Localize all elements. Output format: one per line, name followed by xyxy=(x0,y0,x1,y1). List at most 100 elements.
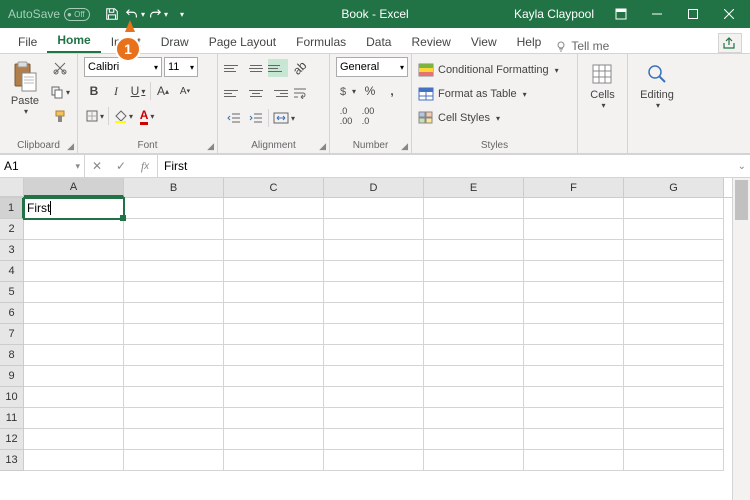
row-header-6[interactable]: 6 xyxy=(0,303,24,324)
number-format-dropdown[interactable]: General▾ xyxy=(336,57,408,77)
cell-E1[interactable] xyxy=(424,198,524,219)
user-name[interactable]: Kayla Claypool xyxy=(514,7,594,21)
row-header-2[interactable]: 2 xyxy=(0,219,24,240)
cell-C12[interactable] xyxy=(224,429,324,450)
cell-A6[interactable] xyxy=(24,303,124,324)
tab-file[interactable]: File xyxy=(8,31,47,53)
cell-B4[interactable] xyxy=(124,261,224,282)
expand-formula-bar-button[interactable]: ⌄ xyxy=(738,161,746,172)
cell-D12[interactable] xyxy=(324,429,424,450)
cell-D11[interactable] xyxy=(324,408,424,429)
decrease-decimal-button[interactable]: .00.0 xyxy=(358,105,378,127)
cell-F8[interactable] xyxy=(524,345,624,366)
cell-B5[interactable] xyxy=(124,282,224,303)
cell-D13[interactable] xyxy=(324,450,424,471)
cell-B11[interactable] xyxy=(124,408,224,429)
cell-C9[interactable] xyxy=(224,366,324,387)
cells-button[interactable]: Cells▾ xyxy=(586,57,618,149)
tab-draw[interactable]: Draw xyxy=(151,31,199,53)
tab-home[interactable]: Home xyxy=(47,29,100,53)
tab-formulas[interactable]: Formulas xyxy=(286,31,356,53)
cell-C5[interactable] xyxy=(224,282,324,303)
row-header-12[interactable]: 12 xyxy=(0,429,24,450)
cell-B13[interactable] xyxy=(124,450,224,471)
cell-D5[interactable] xyxy=(324,282,424,303)
comma-format-button[interactable]: , xyxy=(382,80,402,102)
cell-F1[interactable] xyxy=(524,198,624,219)
cell-F9[interactable] xyxy=(524,366,624,387)
row-header-1[interactable]: 1 xyxy=(0,198,24,219)
cell-D6[interactable] xyxy=(324,303,424,324)
scrollbar-thumb[interactable] xyxy=(735,180,748,220)
insert-function-button[interactable]: fx xyxy=(133,159,157,174)
cell-G2[interactable] xyxy=(624,219,724,240)
align-top-button[interactable] xyxy=(224,59,244,77)
column-header-D[interactable]: D xyxy=(324,178,424,197)
cell-A7[interactable] xyxy=(24,324,124,345)
cell-E12[interactable] xyxy=(424,429,524,450)
decrease-indent-button[interactable] xyxy=(224,107,244,129)
cell-G7[interactable] xyxy=(624,324,724,345)
row-header-7[interactable]: 7 xyxy=(0,324,24,345)
cell-G10[interactable] xyxy=(624,387,724,408)
cell-D8[interactable] xyxy=(324,345,424,366)
tab-page-layout[interactable]: Page Layout xyxy=(199,31,286,53)
font-size-dropdown[interactable]: 11▾ xyxy=(164,57,198,77)
cell-B10[interactable] xyxy=(124,387,224,408)
row-header-11[interactable]: 11 xyxy=(0,408,24,429)
cell-F2[interactable] xyxy=(524,219,624,240)
wrap-text-button[interactable] xyxy=(290,82,310,104)
cell-B3[interactable] xyxy=(124,240,224,261)
cell-F4[interactable] xyxy=(524,261,624,282)
alignment-dialog-launcher[interactable]: ◢ xyxy=(319,141,326,152)
close-button[interactable] xyxy=(712,0,746,28)
cell-D4[interactable] xyxy=(324,261,424,282)
cell-G3[interactable] xyxy=(624,240,724,261)
cell-E5[interactable] xyxy=(424,282,524,303)
cell-F3[interactable] xyxy=(524,240,624,261)
redo-button[interactable]: ▾ xyxy=(148,3,168,25)
cell-B1[interactable] xyxy=(124,198,224,219)
increase-font-button[interactable]: A▴ xyxy=(153,80,173,102)
cell-A3[interactable] xyxy=(24,240,124,261)
increase-decimal-button[interactable]: .0.00 xyxy=(336,105,356,127)
cell-G4[interactable] xyxy=(624,261,724,282)
orientation-button[interactable]: ab xyxy=(290,57,310,79)
cell-F12[interactable] xyxy=(524,429,624,450)
cell-C13[interactable] xyxy=(224,450,324,471)
row-header-5[interactable]: 5 xyxy=(0,282,24,303)
row-header-10[interactable]: 10 xyxy=(0,387,24,408)
cell-D1[interactable] xyxy=(324,198,424,219)
cell-C11[interactable] xyxy=(224,408,324,429)
align-center-button[interactable] xyxy=(246,84,266,102)
cell-D2[interactable] xyxy=(324,219,424,240)
cell-G8[interactable] xyxy=(624,345,724,366)
cell-B7[interactable] xyxy=(124,324,224,345)
merge-center-button[interactable]: ▾ xyxy=(271,107,297,129)
cell-C7[interactable] xyxy=(224,324,324,345)
number-dialog-launcher[interactable]: ◢ xyxy=(401,141,408,152)
cell-A8[interactable] xyxy=(24,345,124,366)
cell-F6[interactable] xyxy=(524,303,624,324)
fill-color-button[interactable]: ▾ xyxy=(111,105,135,127)
vertical-scrollbar[interactable] xyxy=(732,178,750,500)
clipboard-dialog-launcher[interactable]: ◢ xyxy=(67,141,74,152)
cell-E2[interactable] xyxy=(424,219,524,240)
cell-A4[interactable] xyxy=(24,261,124,282)
cell-E4[interactable] xyxy=(424,261,524,282)
align-right-button[interactable] xyxy=(268,84,288,102)
cell-B9[interactable] xyxy=(124,366,224,387)
percent-format-button[interactable]: % xyxy=(360,80,380,102)
cell-F13[interactable] xyxy=(524,450,624,471)
cut-button[interactable] xyxy=(48,57,72,79)
column-header-B[interactable]: B xyxy=(124,178,224,197)
row-header-8[interactable]: 8 xyxy=(0,345,24,366)
cell-B8[interactable] xyxy=(124,345,224,366)
conditional-formatting-button[interactable]: Conditional Formatting▾ xyxy=(418,59,571,81)
row-header-13[interactable]: 13 xyxy=(0,450,24,471)
italic-button[interactable]: I xyxy=(106,80,126,102)
cell-C2[interactable] xyxy=(224,219,324,240)
cell-E10[interactable] xyxy=(424,387,524,408)
cell-G11[interactable] xyxy=(624,408,724,429)
confirm-edit-button[interactable]: ✓ xyxy=(109,159,133,173)
